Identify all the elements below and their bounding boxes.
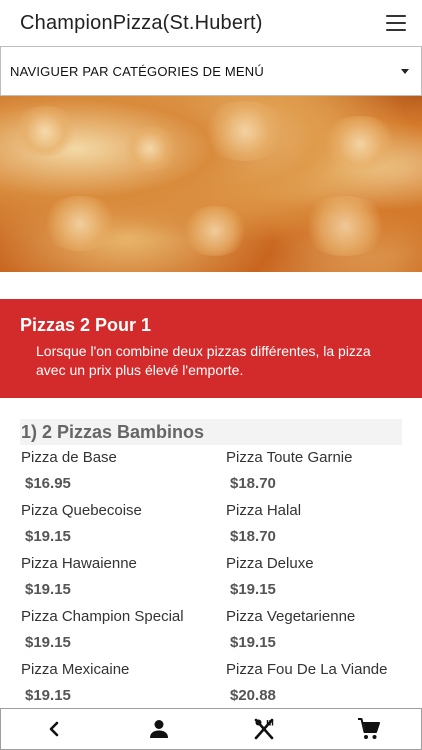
menu-item-name: Pizza Fou De La Viande [226, 661, 388, 678]
menu-item-name: Pizza Champion Special [21, 608, 184, 625]
account-button[interactable] [106, 709, 211, 749]
restaurant-menu-icon [254, 718, 273, 740]
menu-item[interactable]: Pizza Quebecoise $19.15 [21, 501, 211, 547]
menu-item[interactable]: Pizza de Base $16.95 [21, 448, 211, 494]
menu-item[interactable]: Pizza Hawaienne $19.15 [21, 554, 211, 600]
menu-item-price: $19.15 [230, 581, 276, 598]
category-dropdown[interactable]: NAVIGUER PAR CATÉGORIES DE MENÚ [0, 46, 422, 96]
app-title: ChampionPizza(St.Hubert) [20, 11, 263, 34]
menu-item[interactable]: Pizza Mexicaine $19.15 [21, 660, 211, 706]
hamburger-menu-icon[interactable] [386, 15, 406, 31]
user-account-icon [149, 720, 168, 738]
bottom-navigation [0, 708, 422, 750]
menu-item-name: Pizza Deluxe [226, 555, 314, 572]
cart-button[interactable] [316, 709, 421, 749]
menu-item-name: Pizza Mexicaine [21, 661, 130, 678]
menu-item[interactable]: Pizza Deluxe $19.15 [226, 554, 416, 600]
menu-item-price: $19.15 [25, 581, 71, 598]
caret-down-icon [401, 68, 409, 74]
promo-description: Lorsque l'on combine deux pizzas différe… [36, 343, 371, 378]
menu-item-name: Pizza Vegetarienne [226, 608, 356, 625]
menu-item-price: $19.15 [25, 634, 71, 651]
menu-item-name: Pizza Halal [226, 502, 302, 519]
shopping-cart-icon [357, 718, 380, 739]
menu-item[interactable]: Pizza Champion Special $19.15 [21, 607, 211, 653]
menu-button[interactable] [211, 709, 316, 749]
menu-item-name: Pizza de Base [21, 449, 117, 466]
menu-item-price: $20.88 [230, 687, 276, 704]
menu-item-name: Pizza Quebecoise [21, 502, 142, 519]
promo-title: Pizzas 2 Pour 1 [20, 315, 152, 335]
menu-item[interactable]: Pizza Halal $18.70 [226, 501, 416, 547]
menu-item-name: Pizza Hawaienne [21, 555, 137, 572]
back-chevron-icon [49, 721, 58, 737]
menu-item-price: $18.70 [230, 528, 276, 545]
category-dropdown-label: NAVIGUER PAR CATÉGORIES DE MENÚ [10, 63, 264, 79]
menu-item-price: $16.95 [25, 475, 71, 492]
menu-item-price: $19.15 [25, 528, 71, 545]
section-header: 1) 2 Pizzas Bambinos [20, 419, 402, 445]
hero-image [0, 96, 422, 272]
menu-item-price: $18.70 [230, 475, 276, 492]
app-header: ChampionPizza(St.Hubert) [0, 0, 422, 46]
back-button[interactable] [1, 709, 106, 749]
menu-item-price: $19.15 [25, 687, 71, 704]
menu-item-name: Pizza Toute Garnie [226, 449, 353, 466]
menu-item[interactable]: Pizza Fou De La Viande $20.88 [226, 660, 416, 706]
menu-item[interactable]: Pizza Toute Garnie $18.70 [226, 448, 416, 494]
menu-item-price: $19.15 [230, 634, 276, 651]
menu-item[interactable]: Pizza Vegetarienne $19.15 [226, 607, 416, 653]
promo-banner: Pizzas 2 Pour 1 Lorsque l'on combine deu… [0, 299, 422, 398]
